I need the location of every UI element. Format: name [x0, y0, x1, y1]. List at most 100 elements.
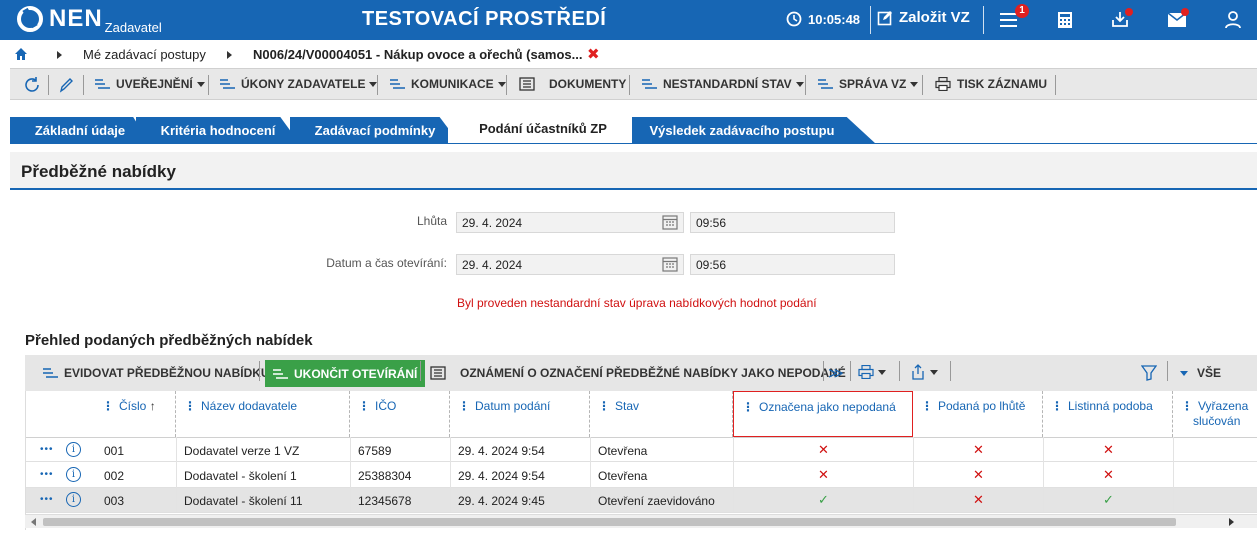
close-icon[interactable]: ✖ [587, 45, 600, 63]
notification-badge: 1 [1015, 4, 1029, 18]
end-opening-button[interactable]: UKONČIT OTEVÍRÁNÍ [265, 360, 426, 387]
column-header-excluded[interactable]: ⋮ Vyřazena slučován [1173, 391, 1257, 437]
cross-icon: ✕ [818, 442, 829, 457]
row-menu-icon[interactable]: ••• [40, 469, 54, 480]
column-divider [913, 437, 914, 512]
column-menu-icon[interactable]: ⋮ [1181, 399, 1193, 413]
pencil-icon[interactable] [59, 77, 73, 93]
register-offer-button[interactable]: EVIDOVAT PŘEDBĚŽNOU NABÍDKU [43, 366, 270, 380]
tab-procedure-result[interactable]: Výsledek zadávacího postupu [632, 117, 876, 144]
printer-icon [858, 365, 874, 379]
caret-down-icon [1180, 370, 1188, 376]
horizontal-scrollbar[interactable] [25, 514, 1257, 528]
row-menu-icon[interactable]: ••• [40, 494, 54, 505]
cell-supplier: Dodavatel verze 1 VZ [184, 444, 300, 458]
document-icon [519, 77, 535, 91]
breadcrumb-item-current[interactable]: N006/24/V00004051 - Nákup ovoce a ořechů… [253, 47, 583, 62]
column-header-date[interactable]: ⋮ Datum podání [450, 391, 590, 437]
check-icon: ✓ [1103, 492, 1114, 507]
register-offer-label: EVIDOVAT PŘEDBĚŽNOU NABÍDKU [64, 366, 270, 380]
filter-all-label: VŠE [1197, 366, 1222, 380]
filter-icon[interactable] [1141, 365, 1157, 381]
toolbar-publish[interactable]: UVEŘEJNĚNÍ [95, 77, 205, 91]
divider [420, 361, 421, 381]
info-icon[interactable]: i [66, 442, 81, 457]
cell-number: 003 [104, 494, 125, 508]
tab-basic-info[interactable]: Základní údaje [10, 117, 150, 144]
table-row[interactable]: ••• i 001 Dodavatel verze 1 VZ 67589 29.… [26, 437, 1257, 462]
warning-message: Byl proveden nestandardní stav úprava na… [457, 296, 817, 310]
column-header-late[interactable]: ⋮ Podaná po lhůtě [913, 391, 1043, 437]
home-icon[interactable] [15, 48, 27, 60]
table-row-selected[interactable]: ••• i 003 Dodavatel - školení 11 1234567… [26, 488, 1257, 513]
scroll-right-icon[interactable] [1229, 518, 1234, 526]
info-icon[interactable]: i [66, 467, 81, 482]
caret-down-icon [795, 81, 804, 87]
scroll-left-icon[interactable] [31, 518, 36, 526]
column-menu-icon[interactable]: ⋮ [458, 399, 470, 413]
toolbar-nonstandard-state[interactable]: NESTANDARDNÍ STAV [642, 77, 804, 91]
toolbar-documents[interactable]: DOKUMENTY [519, 77, 626, 91]
notice-not-submitted-button[interactable]: OZNÁMENÍ O OZNAČENÍ PŘEDBĚŽNÉ NABÍDKY JA… [430, 366, 846, 380]
chevron-right-icon [227, 51, 232, 59]
filter-all-dropdown[interactable]: VŠE [1180, 366, 1221, 380]
toolbar-vz-management-label: SPRÁVA VZ [839, 77, 907, 91]
opening-date-field: 29. 4. 2024 [456, 254, 684, 275]
cross-icon: ✕ [973, 442, 984, 457]
divider [629, 75, 630, 95]
top-bar: NEN Zadavatel TESTOVACÍ PROSTŘEDÍ 10:05:… [0, 0, 1257, 40]
info-icon[interactable]: i [66, 492, 81, 507]
column-header-status[interactable]: ⋮ Stav [590, 391, 733, 437]
print-menu-button[interactable] [858, 365, 886, 379]
breadcrumb-item-my-procedures[interactable]: Mé zadávací postupy [83, 47, 206, 62]
column-header-paper-form[interactable]: ⋮ Listinná podoba [1043, 391, 1173, 437]
create-vz-button[interactable]: Založit VZ [877, 9, 970, 26]
column-menu-icon[interactable]: ⋮ [358, 399, 370, 413]
cross-icon: ✕ [973, 492, 984, 507]
toolbar-vz-management[interactable]: SPRÁVA VZ [818, 77, 919, 91]
calculator-icon[interactable] [1057, 11, 1073, 29]
column-menu-icon[interactable]: ⋮ [1051, 399, 1063, 413]
calendar-icon[interactable] [662, 214, 678, 230]
calendar-icon[interactable] [662, 256, 678, 272]
cell-number: 001 [104, 444, 125, 458]
deadline-date-field: 29. 4. 2024 [456, 212, 684, 233]
divider [823, 361, 824, 381]
column-menu-icon[interactable]: ⋮ [742, 400, 754, 414]
cell-supplier: Dodavatel - školení 1 [184, 469, 297, 483]
cell-supplier: Dodavatel - školení 11 [184, 494, 303, 508]
table-row[interactable]: ••• i 002 Dodavatel - školení 1 25388304… [26, 463, 1257, 488]
opening-time-field: 09:56 [690, 254, 895, 275]
list-lines-icon [43, 368, 58, 378]
column-header-number[interactable]: ⋮ Číslo ↑ [94, 391, 176, 437]
nen-logo[interactable]: NEN Zadavatel [17, 6, 162, 35]
list-lines-icon [273, 368, 288, 379]
cell-status: Otevřena [598, 469, 648, 483]
refresh-icon[interactable] [23, 76, 41, 94]
toolbar-actions[interactable]: ÚKONY ZADAVATELE [220, 77, 378, 91]
toolbar-nonstandard-label: NESTANDARDNÍ STAV [663, 77, 792, 91]
column-header-ico[interactable]: ⋮ IČO [350, 391, 450, 437]
caret-down-icon [196, 81, 205, 87]
column-menu-icon[interactable]: ⋮ [921, 399, 933, 413]
tab-tender-conditions[interactable]: Zadávací podmínky [290, 117, 460, 144]
column-header-not-submitted[interactable]: ⋮ Označena jako nepodaná [733, 391, 913, 437]
toolbar-actions-label: ÚKONY ZADAVATELE [241, 77, 366, 91]
toolbar-communication[interactable]: KOMUNIKACE [390, 77, 506, 91]
column-menu-icon[interactable]: ⋮ [102, 399, 114, 413]
more-actions-icon[interactable]: ≫ [828, 364, 844, 382]
column-menu-icon[interactable]: ⋮ [598, 399, 610, 413]
toolbar-print-record[interactable]: TISK ZÁZNAMU [935, 77, 1047, 91]
export-menu-button[interactable] [910, 364, 938, 380]
row-menu-icon[interactable]: ••• [40, 444, 54, 455]
divider [377, 75, 378, 95]
column-header-supplier[interactable]: ⋮ Název dodavatele [176, 391, 350, 437]
inbox-alert-dot [1125, 8, 1133, 16]
column-menu-icon[interactable]: ⋮ [184, 399, 196, 413]
logo-text: NEN [49, 5, 103, 32]
scrollbar-thumb[interactable] [43, 518, 1176, 526]
tab-submissions[interactable]: Podání účastníků ZP [448, 114, 638, 144]
user-icon[interactable] [1225, 11, 1241, 29]
tab-evaluation-criteria[interactable]: Kritéria hodnocení [136, 117, 300, 144]
mail-alert-dot [1181, 8, 1189, 16]
